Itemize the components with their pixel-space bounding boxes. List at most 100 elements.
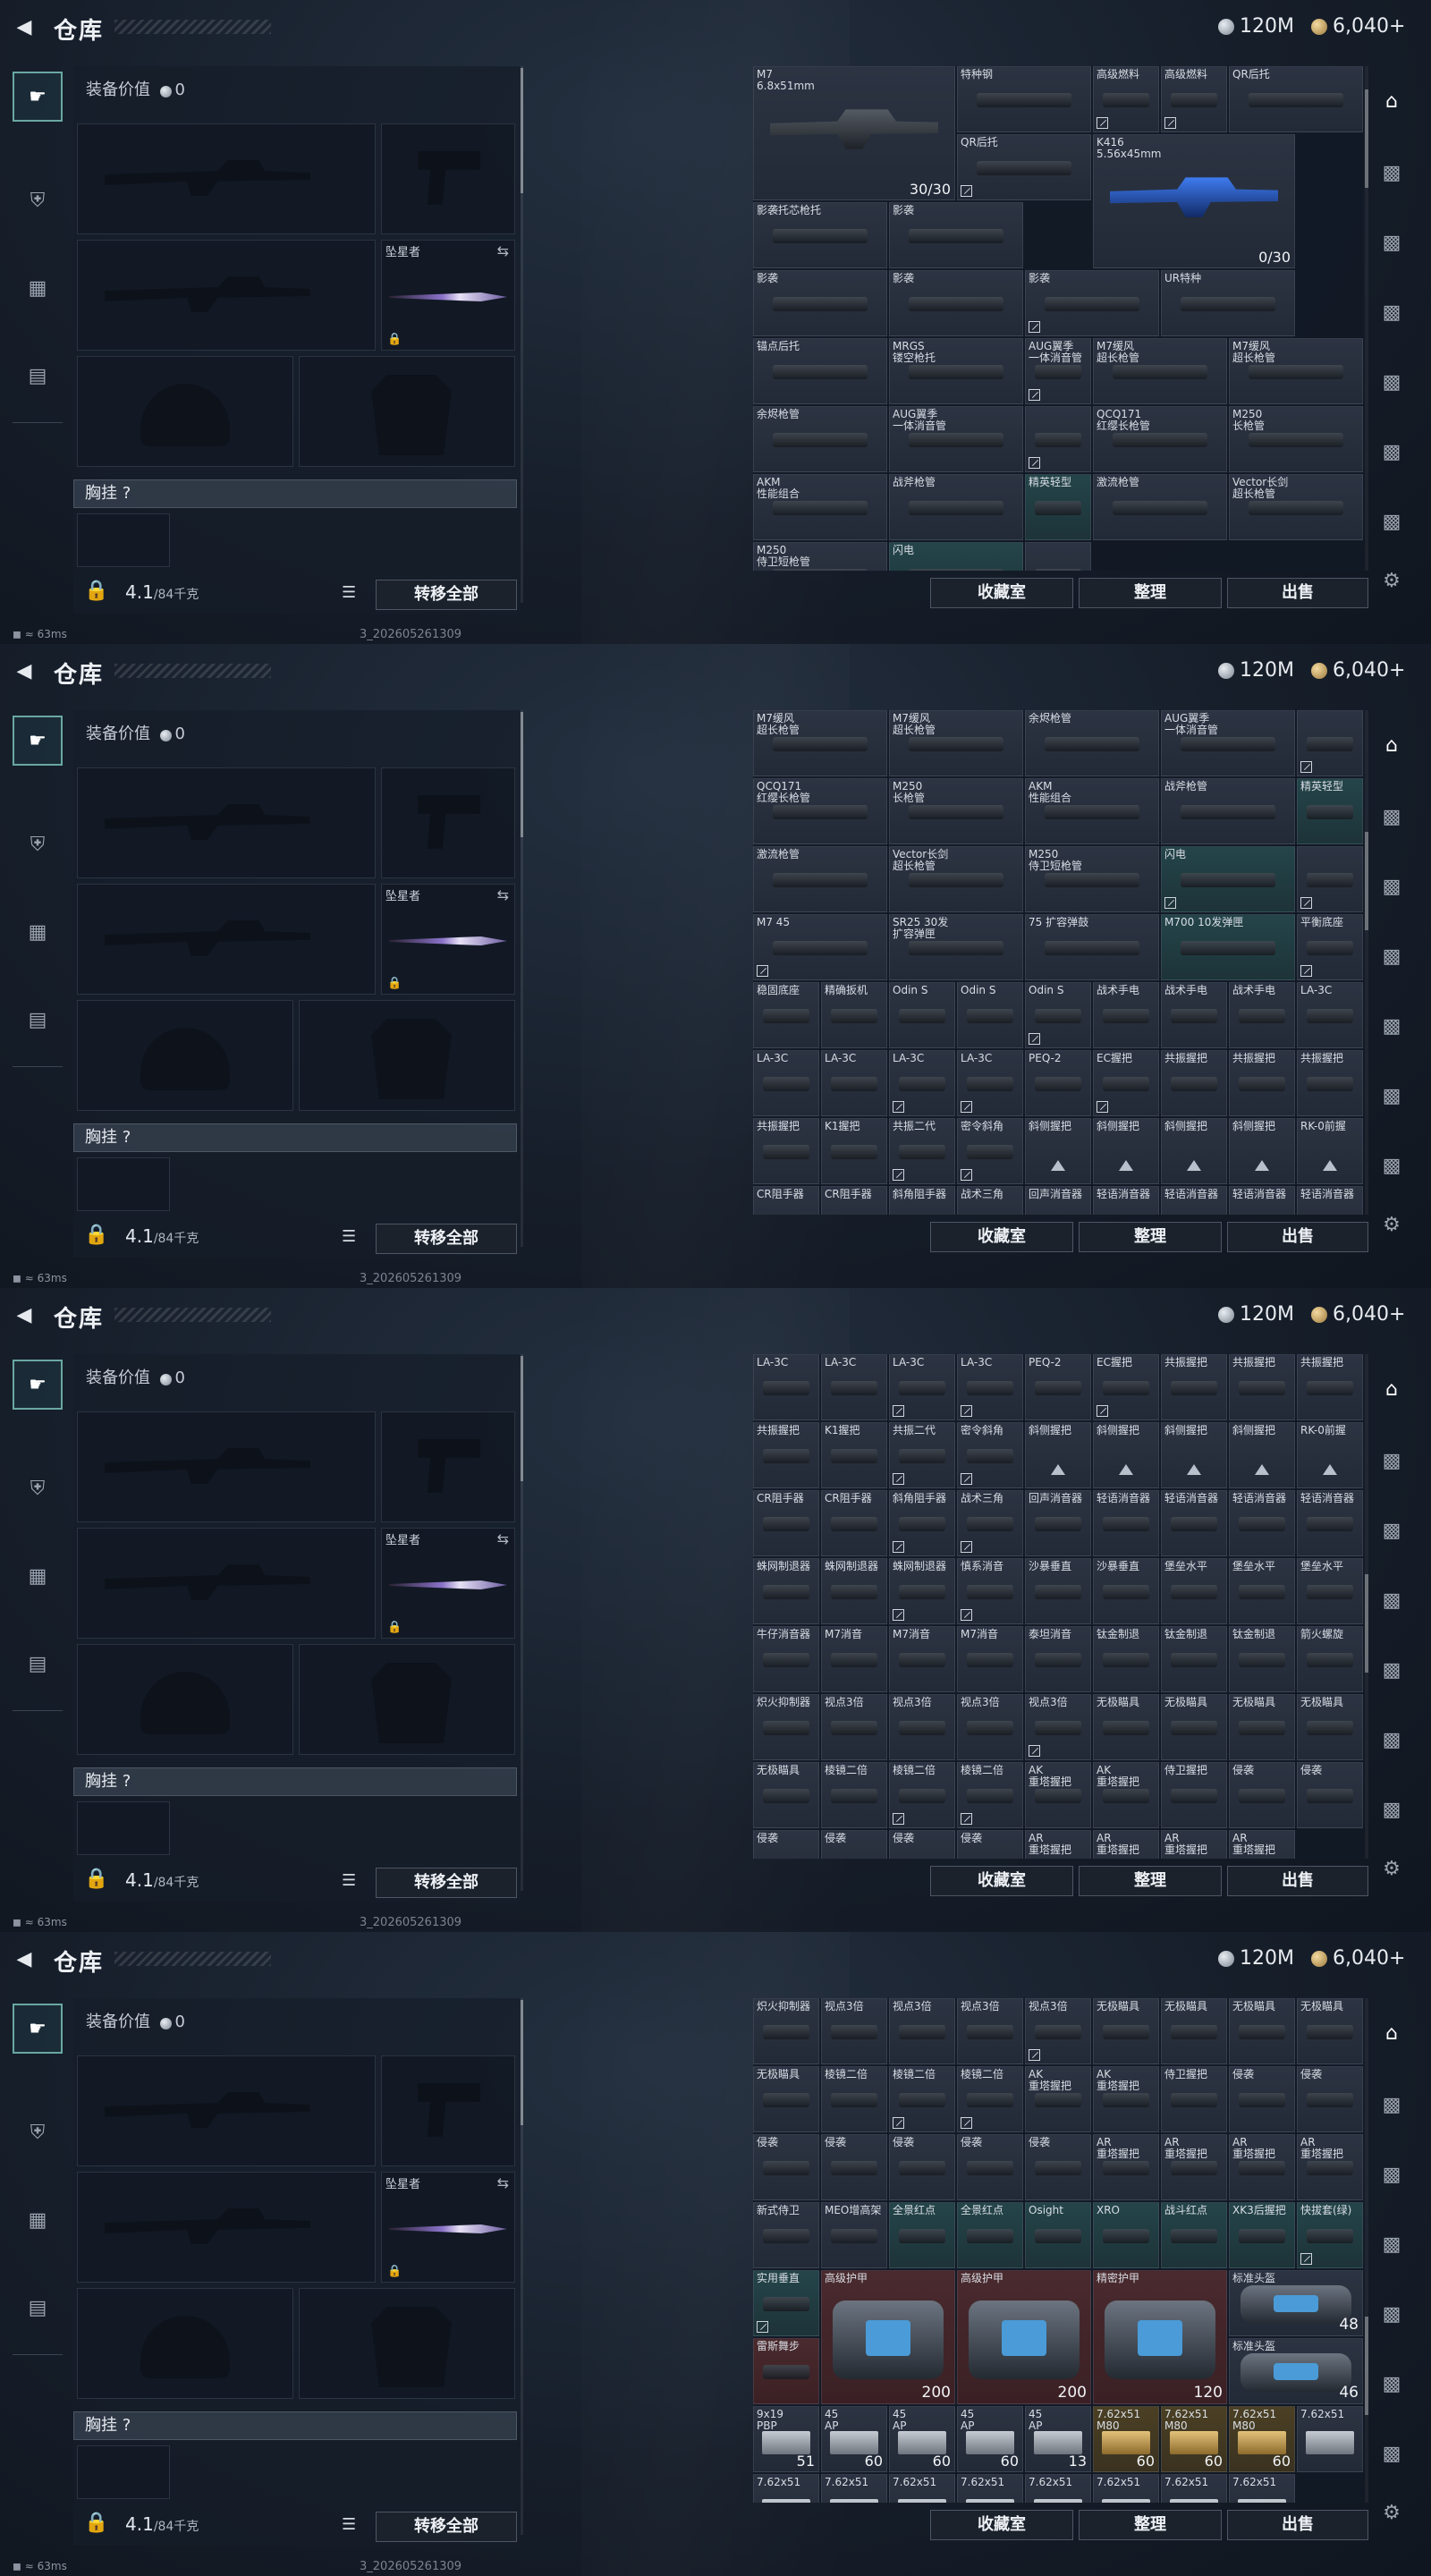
- stash-item[interactable]: 密令斜角: [957, 1422, 1023, 1488]
- back-arrow-icon[interactable]: ◀: [13, 1304, 36, 1327]
- stash-item[interactable]: 战术三角: [957, 1186, 1023, 1215]
- stash-item[interactable]: LA-3C: [957, 1354, 1023, 1420]
- stash-item[interactable]: M7缓风 超长枪管: [889, 710, 1023, 776]
- category-vest-tab[interactable]: ▦: [13, 907, 63, 957]
- chest-rig-header[interactable]: 胸挂 ?: [73, 2411, 517, 2440]
- stash-item[interactable]: 战术手电: [1161, 982, 1227, 1048]
- stash-item[interactable]: EC握把: [1093, 1050, 1159, 1116]
- pistol-slot[interactable]: [381, 2055, 515, 2166]
- stash-home-icon[interactable]: ⌂: [1376, 86, 1408, 118]
- stash-item[interactable]: 侵袭: [821, 2134, 887, 2200]
- stash-item[interactable]: 侵袭: [957, 2134, 1023, 2200]
- swap-icon[interactable]: ⇆: [497, 2174, 509, 2191]
- stash-item[interactable]: 无极瞄具: [1093, 1998, 1159, 2064]
- stash-grid-panel[interactable]: LA-3C LA-3C LA-3C LA-3C PEQ-2 EC握把 共振握把 共振握把 共振握…: [753, 1354, 1363, 1859]
- stash-item[interactable]: Vector长剑 超长枪管: [889, 846, 1023, 912]
- collection-room-button[interactable]: 收藏室: [930, 578, 1073, 608]
- storage-tab-icon[interactable]: ▩: [1376, 2438, 1408, 2470]
- chest-rig-slot[interactable]: [77, 1157, 170, 1211]
- stash-item[interactable]: 视点3倍: [889, 1694, 955, 1760]
- stash-item[interactable]: 无极瞄具: [1297, 1694, 1363, 1760]
- stash-item[interactable]: M7消音: [821, 1626, 887, 1692]
- transfer-all-button[interactable]: 转移全部: [376, 1868, 517, 1898]
- stash-item[interactable]: 斜侧握把: [1093, 1118, 1159, 1184]
- pistol-slot[interactable]: [381, 767, 515, 878]
- sell-button[interactable]: 出售: [1227, 578, 1368, 608]
- stash-item[interactable]: QR后托: [1229, 66, 1363, 132]
- stash-item[interactable]: 沙暴垂直: [1025, 1558, 1091, 1624]
- stash-item[interactable]: 精英轻型: [1025, 474, 1091, 540]
- stash-item[interactable]: 斜侧握把: [1229, 1422, 1295, 1488]
- storage-tab-icon[interactable]: ▩: [1376, 157, 1408, 190]
- storage-tab-icon[interactable]: ▩: [1376, 227, 1408, 259]
- stash-item[interactable]: 共振握把: [1229, 1354, 1295, 1420]
- category-bag-tab[interactable]: ▤: [13, 2283, 63, 2333]
- storage-tab-icon[interactable]: ▩: [1376, 297, 1408, 329]
- gear-icon[interactable]: ⚙: [1376, 565, 1408, 597]
- list-icon[interactable]: ☰: [342, 1871, 356, 1890]
- stash-item[interactable]: AR 重塔握把: [1229, 1830, 1295, 1859]
- stash-item[interactable]: 无极瞄具: [1161, 1694, 1227, 1760]
- stash-item[interactable]: 无极瞄具: [1297, 1998, 1363, 2064]
- stash-item[interactable]: 轻语消音器: [1093, 1186, 1159, 1215]
- stash-item[interactable]: 高级燃料: [1161, 66, 1227, 132]
- stash-item[interactable]: 标准头盔 48: [1229, 2270, 1363, 2336]
- stash-item[interactable]: 7.62x51: [821, 2474, 887, 2503]
- stash-item[interactable]: CR阻手器: [821, 1490, 887, 1556]
- sort-button[interactable]: 整理: [1079, 1866, 1222, 1896]
- loadout-scrollbar-thumb[interactable]: [521, 1356, 523, 1481]
- stash-item[interactable]: 75 扩容弹鼓: [1025, 914, 1159, 980]
- primary-weapon-slot[interactable]: [77, 767, 376, 878]
- stash-item[interactable]: 炽火抑制器: [753, 1998, 819, 2064]
- primary-weapon-slot[interactable]: [77, 123, 376, 234]
- stash-item[interactable]: 堡垒水平: [1161, 1558, 1227, 1624]
- stash-item[interactable]: 共振握把: [1161, 1354, 1227, 1420]
- stash-item[interactable]: 战斧枪管: [1161, 778, 1295, 844]
- stash-home-icon[interactable]: ⌂: [1376, 730, 1408, 762]
- stash-item[interactable]: 余烬枪管: [753, 406, 887, 472]
- chest-rig-header[interactable]: 胸挂 ?: [73, 1123, 517, 1152]
- swap-icon[interactable]: ⇆: [497, 886, 509, 903]
- helmet-slot[interactable]: [77, 356, 293, 467]
- stash-item[interactable]: 雷斯舞步: [753, 2338, 819, 2404]
- category-bag-tab[interactable]: ▤: [13, 351, 63, 401]
- stash-item[interactable]: 闪电: [889, 542, 1023, 571]
- stash-item[interactable]: [1025, 542, 1091, 571]
- stash-item[interactable]: 共振握把: [753, 1118, 819, 1184]
- storage-tab-icon[interactable]: ▩: [1376, 1794, 1408, 1826]
- stash-item[interactable]: 共振握把: [1229, 1050, 1295, 1116]
- stash-item[interactable]: RK-0前握: [1297, 1422, 1363, 1488]
- stash-item[interactable]: 影袭: [1025, 270, 1159, 336]
- stash-item[interactable]: 侵袭: [1229, 1762, 1295, 1828]
- stash-item[interactable]: 7.62x51: [889, 2474, 955, 2503]
- stash-item[interactable]: 斜侧握把: [1161, 1118, 1227, 1184]
- stash-item[interactable]: K416 5.56x45mm 0/30: [1093, 134, 1295, 268]
- stash-item[interactable]: 共振握把: [1297, 1050, 1363, 1116]
- stash-item[interactable]: [1297, 846, 1363, 912]
- gold-currency[interactable]: 6,040+: [1311, 15, 1405, 38]
- stash-item[interactable]: 战斗红点: [1161, 2202, 1227, 2268]
- stash-item[interactable]: 精密护甲 120: [1093, 2270, 1227, 2404]
- stash-item[interactable]: 45 AP 60: [957, 2406, 1023, 2472]
- stash-item[interactable]: 侵袭: [1229, 2066, 1295, 2132]
- swap-icon[interactable]: ⇆: [497, 242, 509, 259]
- transfer-all-button[interactable]: 转移全部: [376, 1224, 517, 1254]
- stash-item[interactable]: 无极瞄具: [1229, 1998, 1295, 2064]
- gold-currency[interactable]: 6,040+: [1311, 1303, 1405, 1326]
- stash-item[interactable]: 共振二代: [889, 1118, 955, 1184]
- stash-item[interactable]: 7.62x51: [1025, 2474, 1091, 2503]
- stash-item[interactable]: CR阻手器: [753, 1490, 819, 1556]
- chest-rig-slot[interactable]: [77, 2445, 170, 2499]
- stash-item[interactable]: CR阻手器: [753, 1186, 819, 1215]
- stash-item[interactable]: MRGS 镂空枪托: [889, 338, 1023, 404]
- melee-slot[interactable]: 坠星者 ⇆ 🔒: [381, 2172, 515, 2283]
- stash-item[interactable]: 全景红点: [957, 2202, 1023, 2268]
- storage-tab-icon[interactable]: ▩: [1376, 801, 1408, 834]
- armor-slot[interactable]: [299, 1000, 515, 1111]
- storage-tab-icon[interactable]: ▩: [1376, 2299, 1408, 2331]
- chest-rig-header[interactable]: 胸挂 ?: [73, 1767, 517, 1796]
- stash-item[interactable]: 视点3倍: [821, 1998, 887, 2064]
- stash-item[interactable]: 7.62x51: [753, 2474, 819, 2503]
- stash-item[interactable]: 泰坦消音: [1025, 1626, 1091, 1692]
- stash-item[interactable]: 影袭: [753, 270, 887, 336]
